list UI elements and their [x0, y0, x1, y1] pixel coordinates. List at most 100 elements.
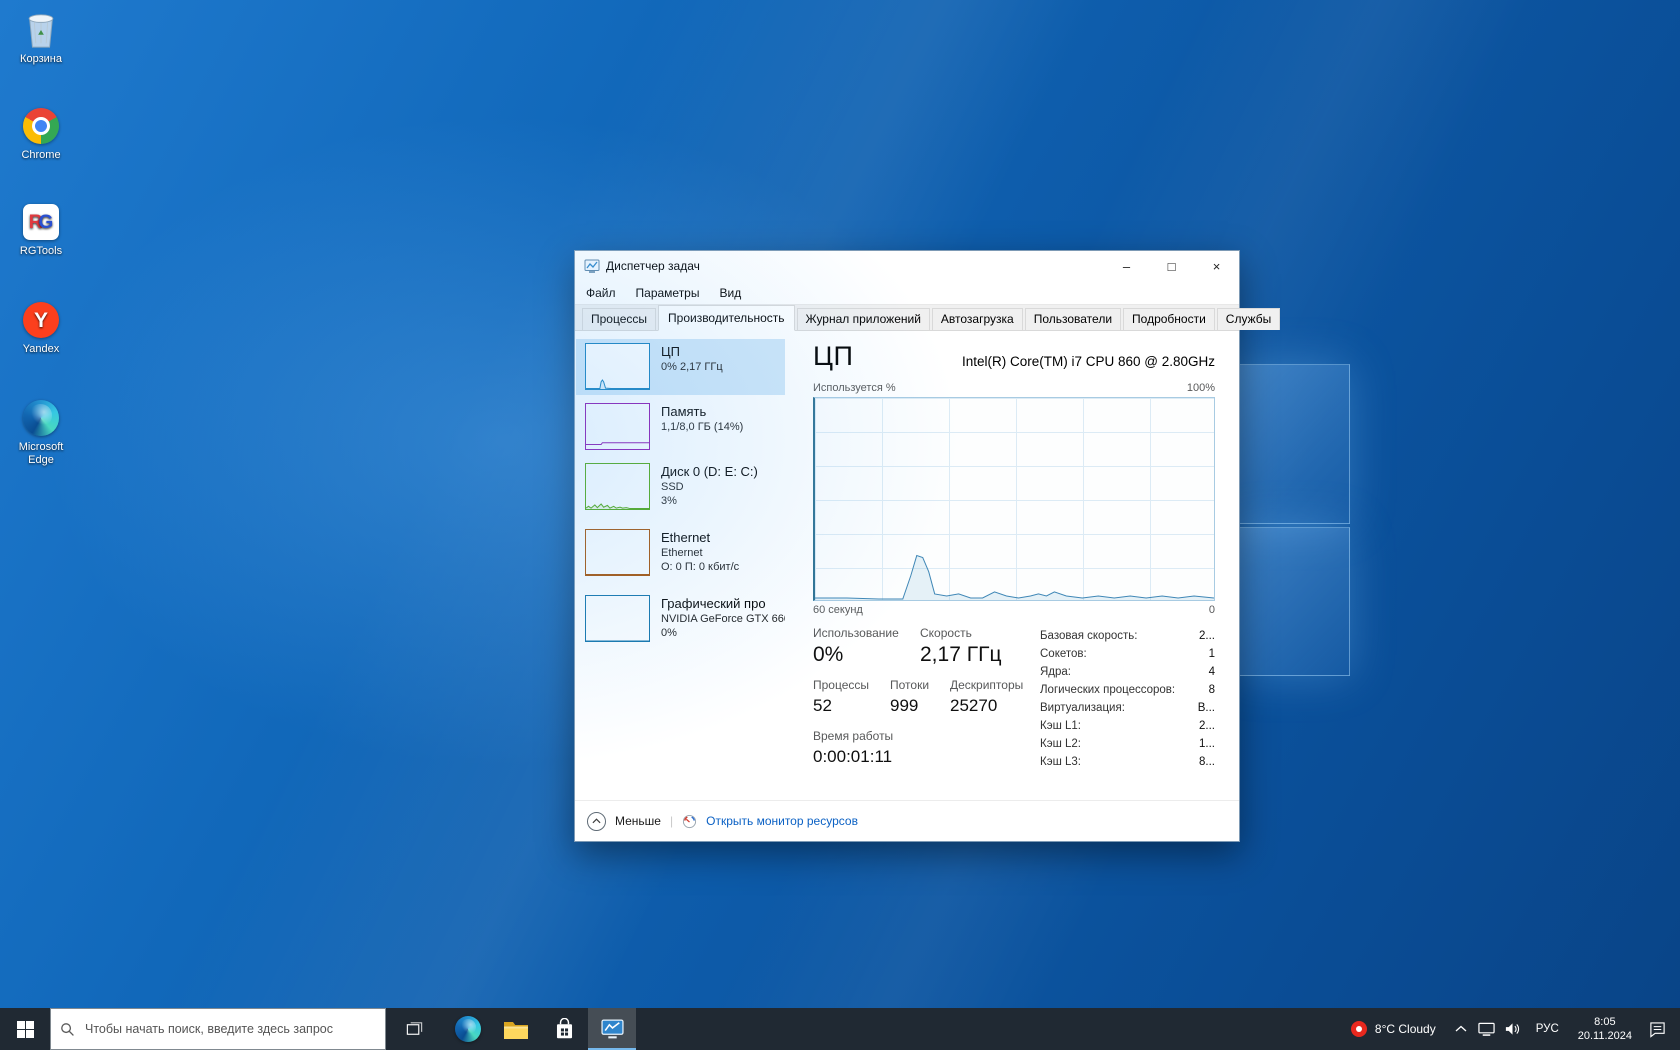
cpu-heading: ЦП [813, 341, 853, 372]
menu-options[interactable]: Параметры [636, 286, 700, 300]
desktop-icon-yandex[interactable]: Y Yandex [6, 300, 76, 356]
sidebar-item-stat: NVIDIA GeForce GTX 660 [661, 612, 785, 626]
system-tray: 8°C Cloudy РУС 8:05 20.11.2024 [1339, 1008, 1680, 1050]
taskbar-empty-area [636, 1008, 1339, 1050]
tab-app-history[interactable]: Журнал приложений [797, 308, 930, 330]
chevron-up-icon[interactable] [587, 812, 606, 831]
fewer-details-button[interactable]: Меньше [615, 814, 661, 828]
stat-usage-label: Использование [813, 626, 899, 640]
detail-row: Ядра: 4 [1040, 666, 1215, 684]
detail-row: Сокетов: 1 [1040, 648, 1215, 666]
language-indicator[interactable]: РУС [1526, 1023, 1569, 1035]
gpu-thumbnail-graph [585, 595, 650, 642]
network-tray-icon[interactable] [1474, 1008, 1500, 1050]
sidebar-item-stat: SSD [661, 480, 758, 494]
menu-file[interactable]: Файл [586, 286, 616, 300]
sidebar-item-cpu[interactable]: ЦП 0% 2,17 ГГц [576, 339, 785, 395]
sidebar-item-title: Диск 0 (D: E: C:) [661, 464, 758, 480]
taskbar-store-button[interactable] [540, 1008, 588, 1050]
graph-ylabel: Используется % [813, 382, 896, 394]
tab-processes[interactable]: Процессы [582, 308, 656, 330]
sidebar-item-disk0[interactable]: Диск 0 (D: E: C:) SSD 3% [576, 459, 785, 523]
performance-content: ЦП 0% 2,17 ГГц Память 1,1/8,0 ГБ (14%) Д… [575, 331, 1239, 841]
resource-monitor-icon [682, 814, 697, 829]
stat-speed-value: 2,17 ГГц [920, 643, 1001, 667]
taskbar-edge-button[interactable] [444, 1008, 492, 1050]
task-view-button[interactable] [390, 1008, 438, 1050]
task-manager-footer: Меньше | Открыть монитор ресурсов [575, 800, 1239, 841]
wallpaper-window-logo-pane-top [1229, 364, 1350, 524]
sidebar-item-stat: 0% 2,17 ГГц [661, 360, 723, 374]
cpu-thumbnail-graph [585, 343, 650, 390]
windows-logo-icon [17, 1021, 34, 1038]
sidebar-item-stat2: 0% [661, 626, 785, 640]
desktop-icon-recycle-bin[interactable]: Корзина [6, 10, 76, 66]
titlebar[interactable]: Диспетчер задач – □ × [575, 251, 1239, 281]
menu-view[interactable]: Вид [719, 286, 741, 300]
clock[interactable]: 8:05 20.11.2024 [1569, 1015, 1641, 1043]
sidebar-item-stat: Ethernet [661, 546, 739, 560]
tab-performance[interactable]: Производительность [658, 305, 794, 331]
desktop-icon-label: Microsoft Edge [6, 441, 76, 467]
footer-divider: | [670, 814, 673, 828]
sidebar-item-gpu[interactable]: Графический про NVIDIA GeForce GTX 660 0… [576, 591, 785, 655]
sidebar-item-title: ЦП [661, 344, 723, 360]
taskbar-task-manager-button[interactable] [588, 1008, 636, 1050]
volume-tray-icon[interactable] [1500, 1008, 1526, 1050]
detail-row: Логических процессоров: 8 [1040, 684, 1215, 702]
cpu-model-name: Intel(R) Core(TM) i7 CPU 860 @ 2.80GHz [962, 354, 1215, 369]
show-hidden-icons-button[interactable] [1448, 1008, 1474, 1050]
stat-handles-label: Дескрипторы [950, 678, 1023, 692]
desktop-icon-label: Корзина [6, 53, 76, 66]
taskbar-weather-widget[interactable]: 8°C Cloudy [1339, 1021, 1448, 1037]
task-manager-app-icon [584, 258, 600, 274]
weather-text: 8°C Cloudy [1375, 1022, 1436, 1036]
folder-icon [503, 1019, 529, 1040]
tab-details[interactable]: Подробности [1123, 308, 1215, 330]
task-manager-window: Диспетчер задач – □ × Файл Параметры Вид… [574, 250, 1240, 842]
date: 20.11.2024 [1578, 1029, 1632, 1043]
stat-processes-label: Процессы [813, 678, 869, 692]
weather-alert-icon [1351, 1021, 1367, 1037]
tab-services[interactable]: Службы [1217, 308, 1280, 330]
cpu-usage-graph[interactable] [813, 397, 1215, 601]
stat-usage-value: 0% [813, 643, 899, 667]
stat-processes-value: 52 [813, 696, 869, 716]
maximize-button[interactable]: □ [1149, 251, 1194, 281]
cpu-details: Базовая скорость: 2... Сокетов: 1 Ядра: … [1040, 630, 1215, 774]
window-title: Диспетчер задач [606, 259, 700, 273]
sidebar-item-memory[interactable]: Память 1,1/8,0 ГБ (14%) [576, 399, 785, 455]
sidebar-item-stat2: 3% [661, 494, 758, 508]
stat-threads-value: 999 [890, 696, 929, 716]
close-button[interactable]: × [1194, 251, 1239, 281]
graph-xlabel-left: 60 секунд [813, 604, 863, 616]
sidebar-item-title: Память [661, 404, 743, 420]
taskbar: 8°C Cloudy РУС 8:05 20.11.2024 [0, 1008, 1680, 1050]
chevron-up-icon [1455, 1025, 1467, 1033]
ethernet-thumbnail-graph [585, 529, 650, 576]
desktop-icon-rgtools[interactable]: RG RGTools [6, 202, 76, 258]
action-center-button[interactable] [1641, 1008, 1673, 1050]
action-center-icon [1649, 1021, 1666, 1038]
tab-users[interactable]: Пользователи [1025, 308, 1121, 330]
stat-threads-label: Потоки [890, 678, 929, 692]
taskbar-file-explorer-button[interactable] [492, 1008, 540, 1050]
detail-row: Базовая скорость: 2... [1040, 630, 1215, 648]
start-button[interactable] [0, 1008, 50, 1050]
performance-sidebar: ЦП 0% 2,17 ГГц Память 1,1/8,0 ГБ (14%) Д… [575, 331, 786, 801]
memory-thumbnail-graph [585, 403, 650, 450]
detail-row: Кэш L1: 2... [1040, 720, 1215, 738]
desktop-icon-microsoft-edge[interactable]: Microsoft Edge [6, 398, 76, 467]
sidebar-item-ethernet[interactable]: Ethernet Ethernet О: 0 П: 0 кбит/с [576, 525, 785, 589]
open-resource-monitor-link[interactable]: Открыть монитор ресурсов [706, 814, 858, 828]
taskbar-search-box[interactable] [50, 1008, 386, 1050]
search-input[interactable] [83, 1021, 376, 1037]
disk-thumbnail-graph [585, 463, 650, 510]
desktop-icon-label: RGTools [6, 245, 76, 258]
minimize-button[interactable]: – [1104, 251, 1149, 281]
desktop-icon-label: Chrome [6, 149, 76, 162]
desktop-icon-chrome[interactable]: Chrome [6, 106, 76, 162]
chrome-icon [23, 108, 59, 144]
tab-startup[interactable]: Автозагрузка [932, 308, 1023, 330]
search-icon [60, 1022, 75, 1037]
